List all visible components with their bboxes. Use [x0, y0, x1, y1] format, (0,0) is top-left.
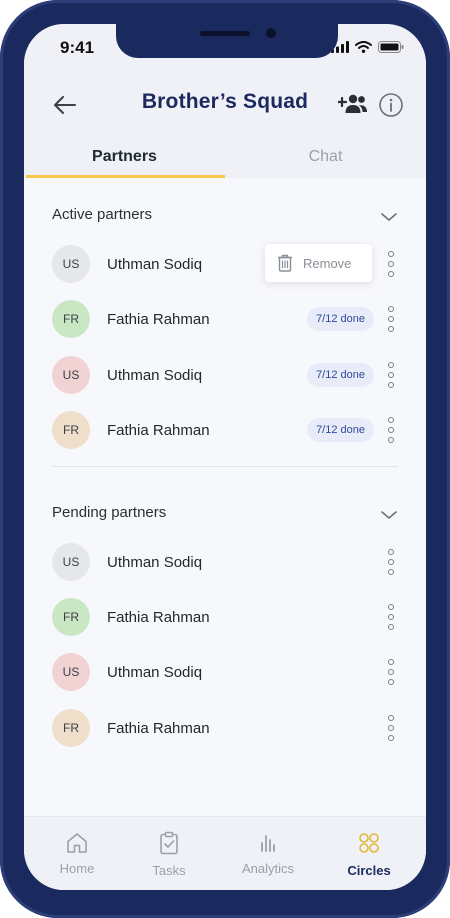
partner-row[interactable]: US Uthman Sodiq 7/12 done — [52, 356, 398, 396]
trash-icon — [278, 254, 292, 272]
avatar: FR — [52, 300, 90, 338]
partner-name: Uthman Sodiq — [107, 554, 203, 571]
more-options-button[interactable] — [384, 251, 398, 277]
pending-partners-header[interactable]: Pending partners — [52, 504, 398, 528]
nav-label: Tasks — [152, 863, 186, 878]
nav-label: Circles — [347, 863, 391, 878]
more-options-button[interactable] — [384, 362, 398, 388]
phone-frame: 9:41 Brother’s Squad Partners Chat Activ… — [0, 0, 450, 918]
section-title: Pending partners — [52, 504, 167, 521]
avatar: US — [52, 356, 90, 394]
add-partner-button[interactable] — [336, 92, 368, 118]
avatar: US — [52, 543, 90, 581]
active-partners-header[interactable]: Active partners — [52, 206, 398, 230]
more-options-button[interactable] — [384, 417, 398, 443]
wifi-icon — [355, 41, 372, 53]
circles-icon — [359, 833, 379, 853]
tab-bar: Partners Chat — [24, 142, 426, 178]
add-users-icon — [336, 94, 367, 113]
avatar: FR — [52, 709, 90, 747]
more-options-button[interactable] — [384, 659, 398, 685]
clipboard-check-icon — [160, 831, 178, 855]
avatar: FR — [52, 598, 90, 636]
section-title: Active partners — [52, 206, 153, 223]
avatar: US — [52, 653, 90, 691]
partner-name: Fathia Rahman — [107, 609, 210, 626]
status-time: 9:41 — [60, 38, 95, 57]
remove-label: Remove — [303, 256, 352, 271]
partner-row[interactable]: FR Fathia Rahman — [52, 709, 398, 749]
info-icon — [379, 93, 403, 117]
partner-name: Fathia Rahman — [107, 311, 210, 328]
app-header: Brother’s Squad — [24, 72, 426, 142]
partner-name: Fathia Rahman — [107, 720, 210, 737]
chevron-down-icon — [381, 213, 397, 221]
bottom-nav: Home Tasks Analytics Circles — [24, 816, 426, 890]
nav-home[interactable]: Home — [29, 817, 125, 890]
nav-circles[interactable]: Circles — [321, 817, 417, 890]
tab-partners[interactable]: Partners — [24, 148, 225, 166]
status-icons — [331, 41, 404, 53]
app-screen: 9:41 Brother’s Squad Partners Chat Activ… — [24, 24, 426, 890]
partner-row[interactable]: FR Fathia Rahman — [52, 598, 398, 638]
tab-chat[interactable]: Chat — [225, 148, 426, 166]
nav-label: Analytics — [241, 861, 295, 876]
avatar: US — [52, 245, 90, 283]
battery-icon — [378, 41, 404, 53]
progress-badge: 7/12 done — [307, 418, 374, 442]
avatar: FR — [52, 411, 90, 449]
device-notch — [116, 24, 338, 58]
progress-badge: 7/12 done — [307, 363, 374, 387]
partner-name: Uthman Sodiq — [107, 367, 203, 384]
partner-row[interactable]: FR Fathia Rahman 7/12 done — [52, 300, 398, 340]
active-tab-indicator — [26, 175, 225, 178]
partner-name: Uthman Sodiq — [107, 256, 203, 273]
progress-badge: 7/12 done — [307, 307, 374, 331]
partner-name: Fathia Rahman — [107, 422, 210, 439]
partner-row[interactable]: US Uthman Sodiq — [52, 543, 398, 583]
more-options-button[interactable] — [384, 549, 398, 575]
remove-partner-menu-item[interactable]: Remove — [265, 244, 372, 282]
home-icon — [67, 833, 87, 853]
partner-row[interactable]: US Uthman Sodiq — [52, 653, 398, 693]
section-divider — [52, 466, 398, 467]
partner-name: Uthman Sodiq — [107, 664, 203, 681]
nav-analytics[interactable]: Analytics — [220, 817, 316, 890]
chevron-down-icon — [381, 511, 397, 519]
more-options-button[interactable] — [384, 306, 398, 332]
more-options-button[interactable] — [384, 604, 398, 630]
partner-row[interactable]: FR Fathia Rahman 7/12 done — [52, 411, 398, 451]
more-options-button[interactable] — [384, 715, 398, 741]
info-button[interactable] — [378, 92, 404, 118]
nav-label: Home — [59, 861, 95, 876]
bar-chart-icon — [261, 835, 275, 852]
nav-tasks[interactable]: Tasks — [121, 817, 217, 890]
